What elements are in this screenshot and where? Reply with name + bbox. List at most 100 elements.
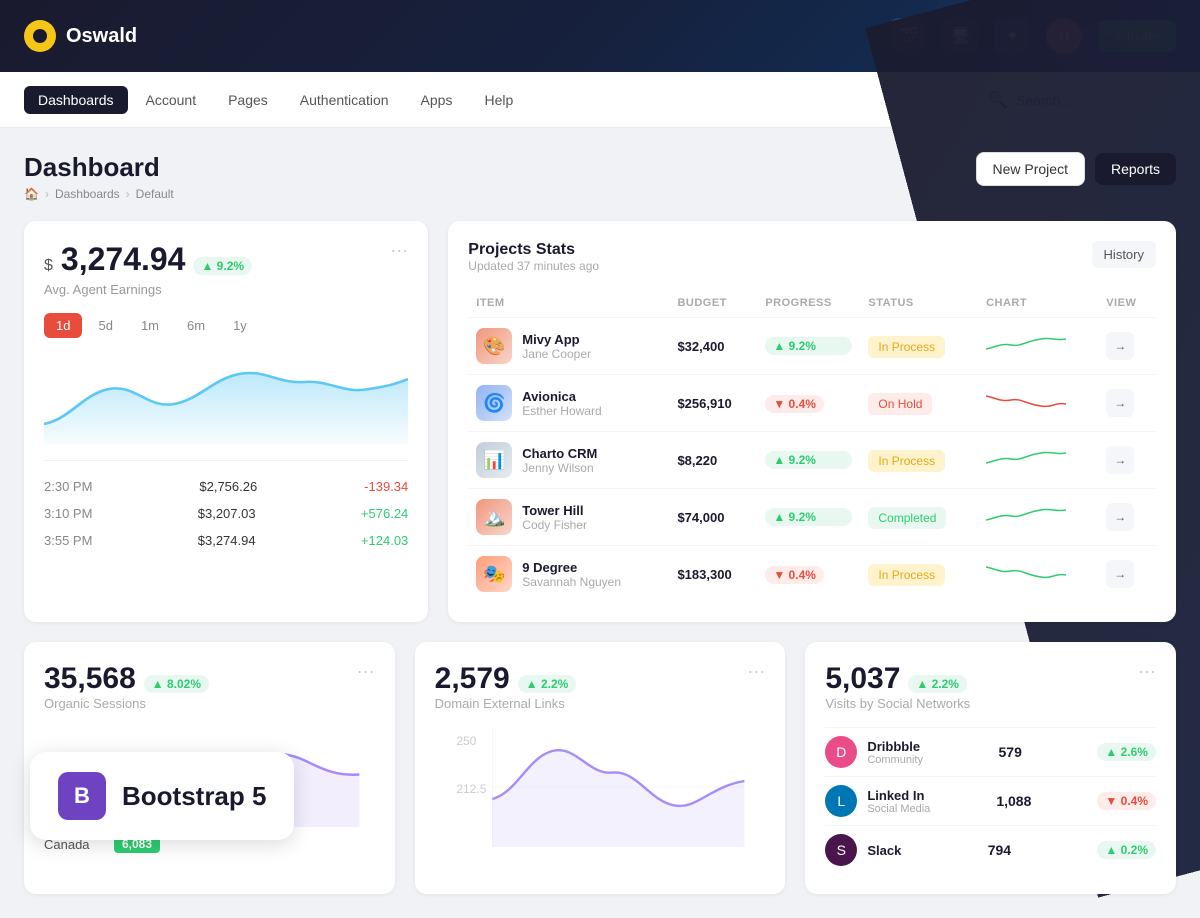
app-name: Oswald [66,25,137,48]
progress-2: ▲ 9.2% [765,451,852,469]
social-num-2: 794 [988,842,1011,858]
col-progress: PROGRESS [757,289,860,318]
earnings-card-menu[interactable]: ··· [390,241,408,259]
history-button[interactable]: History [1092,241,1156,268]
social-info-1: L Linked In Social Media [825,785,930,817]
page-title: Dashboard [24,152,174,183]
project-person-2: Jenny Wilson [522,461,597,475]
progress-0: ▲ 9.2% [765,337,852,355]
project-name-4: 9 Degree [522,560,621,575]
links-badge: ▲ 2.2% [518,675,577,693]
links-subtitle: Domain External Links [435,696,766,711]
view-btn-4[interactable]: → [1106,560,1134,588]
view-btn-0[interactable]: → [1106,332,1134,360]
view-cell-2[interactable]: → [1098,432,1156,489]
invite-button[interactable]: + Invite [1098,20,1176,52]
view-btn-3[interactable]: → [1106,503,1134,531]
status-cell-3: Completed [860,489,978,546]
social-icon-2: S [825,834,857,866]
sessions-subtitle: Organic Sessions [44,696,375,711]
earnings-badge: ▲ 9.2% [193,257,252,275]
project-item-cell: 🎨 Mivy App Jane Cooper [468,318,669,375]
status-0: In Process [868,336,945,358]
social-name-1: Linked In [867,788,930,803]
cards-row-1: ··· $ 3,274.94 ▲ 9.2% Avg. Agent Earning… [24,221,1176,622]
progress-cell-0: ▲ 9.2% [757,318,860,375]
camera-icon[interactable]: 🎬 [890,18,926,54]
row1-time: 2:30 PM [44,479,92,494]
view-btn-2[interactable]: → [1106,446,1134,474]
social-change-1: ▼ 0.4% [1097,792,1156,810]
reports-button[interactable]: Reports [1095,153,1176,185]
nav-apps[interactable]: Apps [407,86,467,114]
search-input[interactable] [1016,92,1164,108]
project-info-2: Charto CRM Jenny Wilson [522,446,597,475]
social-info-0: D Dribbble Community [825,736,923,768]
project-info-3: Tower Hill Cody Fisher [522,503,587,532]
mini-chart-4 [986,559,1066,587]
social-rows: D Dribbble Community 579 ▲ 2.6% L Linked… [825,727,1156,874]
progress-3: ▲ 9.2% [765,508,852,526]
project-person-4: Savannah Nguyen [522,575,621,589]
earnings-data-rows: 2:30 PM $2,756.26 -139.34 3:10 PM $3,207… [44,460,408,554]
new-project-button[interactable]: New Project [976,152,1085,186]
navbar: Dashboards Account Pages Authentication … [0,72,1200,128]
budget-cell-1: $256,910 [669,375,757,432]
home-icon: 🏠 [24,187,39,201]
chart-cell-4 [978,546,1098,603]
sessions-menu[interactable]: ··· [357,662,375,680]
view-btn-1[interactable]: → [1106,389,1134,417]
breadcrumb-dashboards[interactable]: Dashboards [55,187,120,201]
mini-chart-0 [986,331,1066,359]
nav-help[interactable]: Help [470,86,527,114]
social-text-1: Linked In Social Media [867,788,930,815]
sessions-amount: 35,568 [44,662,136,696]
status-cell-2: In Process [860,432,978,489]
links-menu[interactable]: ··· [747,662,765,680]
earnings-amount-row: $ 3,274.94 ▲ 9.2% [44,241,390,278]
progress-cell-4: ▼ 0.4% [757,546,860,603]
nav-dashboards[interactable]: Dashboards [24,86,128,114]
project-item-cell: 🎭 9 Degree Savannah Nguyen [468,546,669,603]
view-cell-4[interactable]: → [1098,546,1156,603]
progress-4: ▼ 0.4% [765,566,824,584]
bootstrap-overlay: B Bootstrap 5 [30,752,294,840]
share-icon[interactable]: ✦ [994,18,1030,54]
period-5d[interactable]: 5d [86,313,124,338]
nav-pages[interactable]: Pages [214,86,282,114]
mini-chart-2 [986,445,1066,473]
col-view: VIEW [1098,289,1156,318]
topbar-right: 🎬 🖥 ✦ U + Invite [890,18,1176,54]
budget-2: $8,220 [677,453,717,468]
chart-cell-0 [978,318,1098,375]
project-item-1: 🌀 Avionica Esther Howard [476,385,661,421]
monitor-icon[interactable]: 🖥 [942,18,978,54]
progress-cell-1: ▼ 0.4% [757,375,860,432]
chart-cell-2 [978,432,1098,489]
social-text-2: Slack [867,843,901,858]
project-thumb-3: 🏔️ [476,499,512,535]
view-cell-3[interactable]: → [1098,489,1156,546]
table-row: 🌀 Avionica Esther Howard $256,910 ▼ 0.4%… [468,375,1156,432]
search-bar[interactable]: 🔍 [976,84,1176,116]
nav-account[interactable]: Account [132,86,211,114]
project-thumb-1: 🌀 [476,385,512,421]
period-6m[interactable]: 6m [175,313,217,338]
view-cell-0[interactable]: → [1098,318,1156,375]
row2-value: $3,207.03 [198,506,256,521]
project-name-2: Charto CRM [522,446,597,461]
social-menu[interactable]: ··· [1138,662,1156,680]
bootstrap-label: Bootstrap 5 [122,781,266,812]
period-1m[interactable]: 1m [129,313,171,338]
projects-title: Projects Stats [468,241,599,259]
svg-text:250: 250 [456,734,476,748]
social-row-0: D Dribbble Community 579 ▲ 2.6% [825,727,1156,776]
nav-authentication[interactable]: Authentication [286,86,403,114]
period-1d[interactable]: 1d [44,313,82,338]
page-title-wrap: Dashboard 🏠 › Dashboards › Default [24,152,174,201]
social-name-2: Slack [867,843,901,858]
view-cell-1[interactable]: → [1098,375,1156,432]
social-name-0: Dribbble [867,739,923,754]
user-avatar[interactable]: U [1046,18,1082,54]
period-1y[interactable]: 1y [221,313,259,338]
